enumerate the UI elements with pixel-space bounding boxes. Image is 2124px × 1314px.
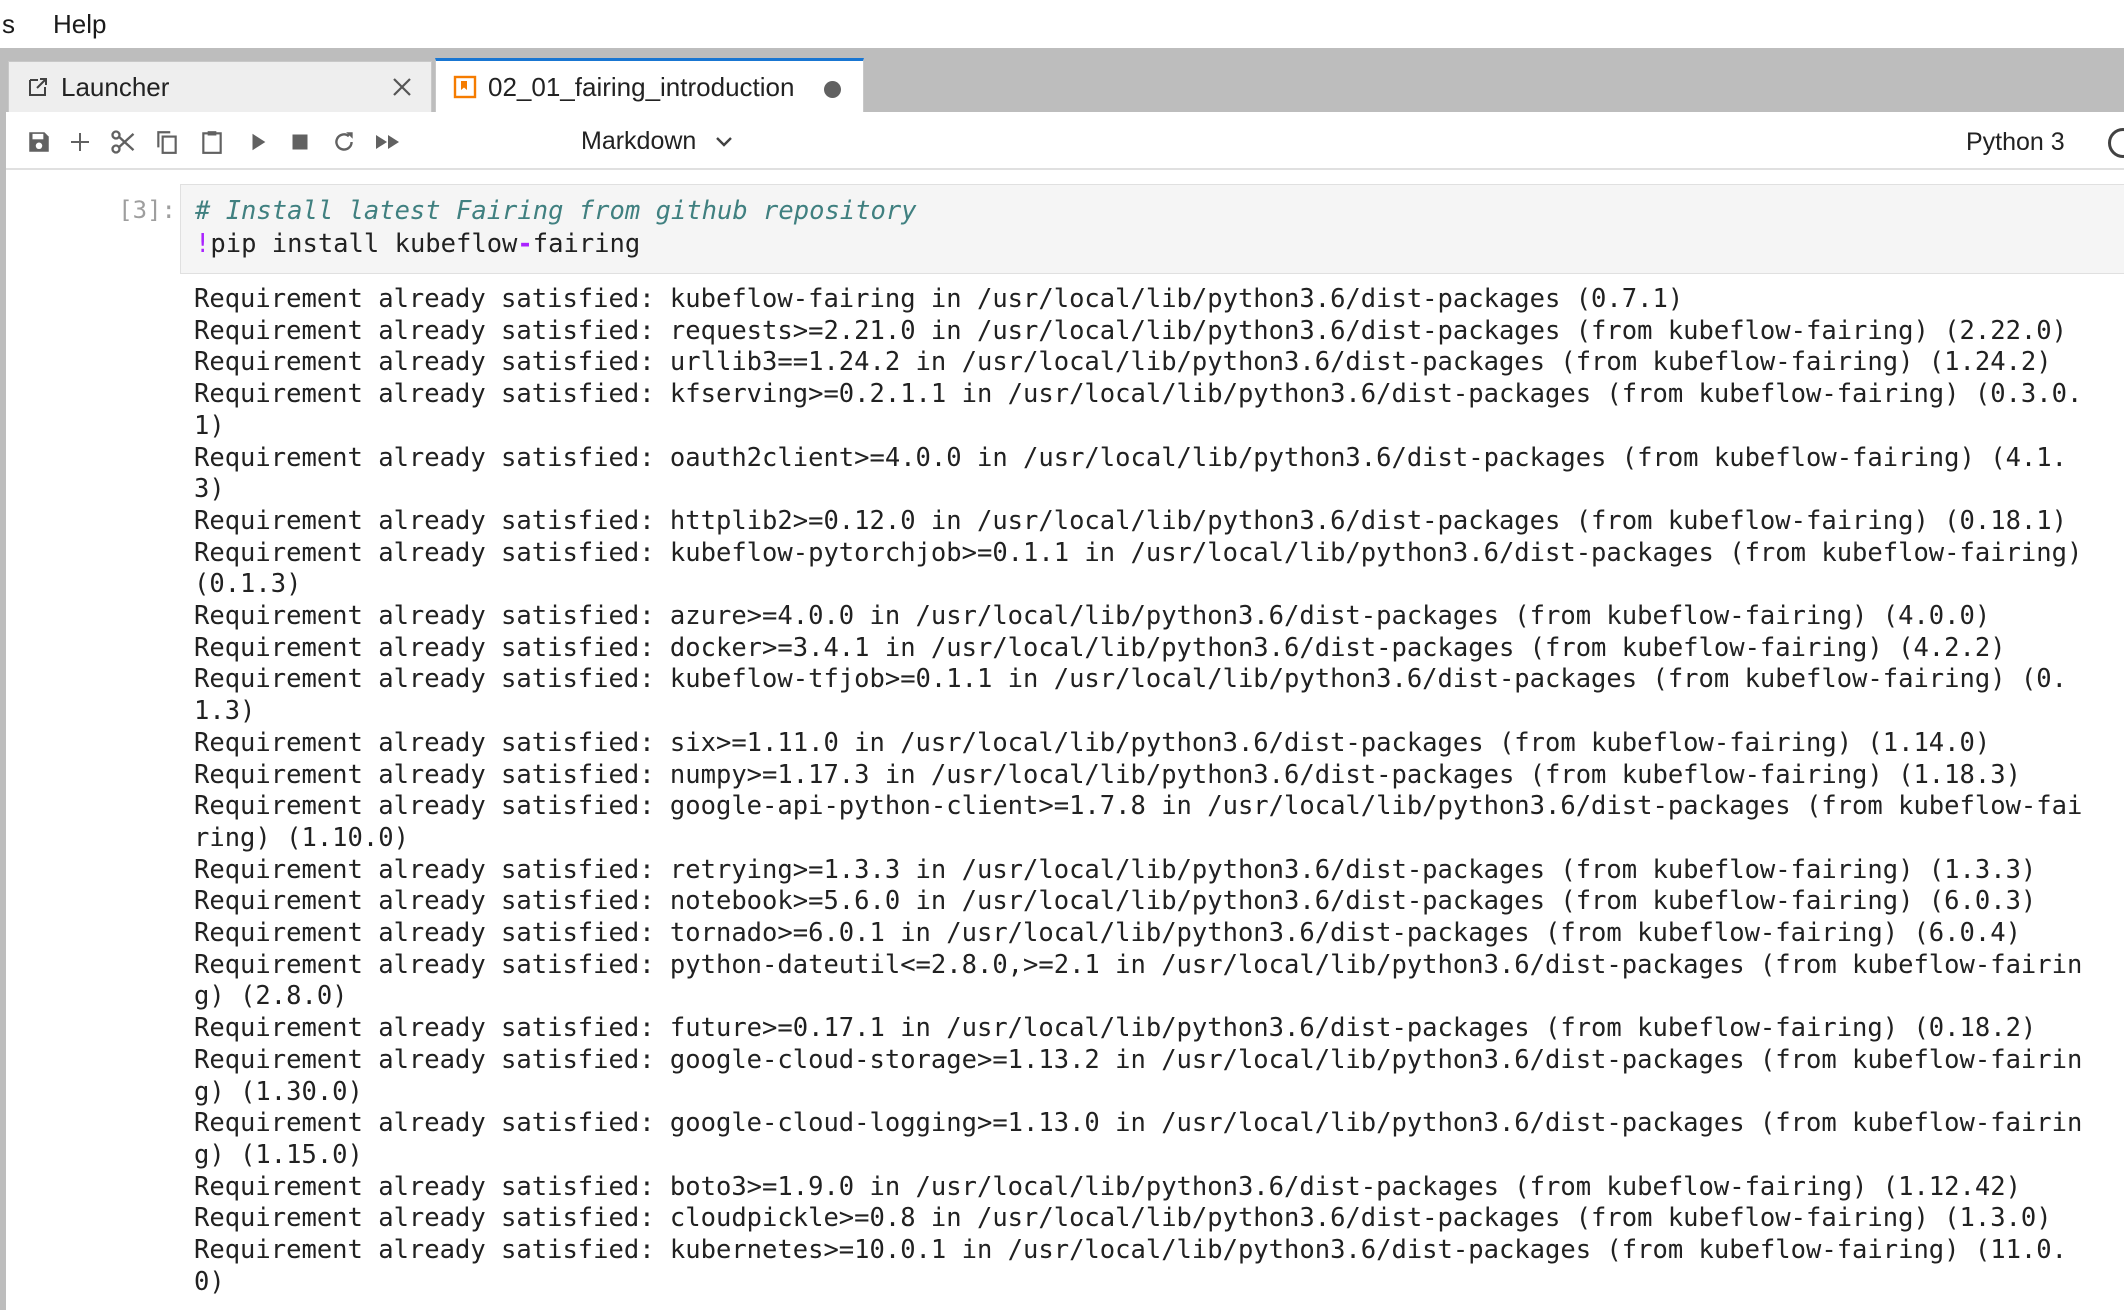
command-text-end: fairing	[532, 229, 641, 259]
output-line: Requirement already satisfied: requests>…	[194, 315, 2067, 346]
run-all-icon[interactable]	[370, 124, 406, 160]
output-line: Requirement already satisfied: kubeflow-…	[194, 284, 1684, 314]
output-line: Requirement already satisfied: kubernete…	[194, 1235, 2067, 1266]
kernel-name[interactable]: Python 3	[1966, 128, 2065, 157]
menu-bar: s Help	[0, 0, 2124, 48]
paste-icon[interactable]	[194, 124, 230, 160]
tab-label: 02_01_fairing_introduction	[488, 71, 795, 102]
add-cell-icon[interactable]	[62, 124, 98, 160]
output-line: Requirement already satisfied: google-cl…	[194, 1108, 2083, 1139]
output-line: Requirement already satisfied: azure>=4.…	[194, 601, 1991, 632]
output-line: (0.1.3)	[194, 569, 302, 600]
execution-count: [3]:	[118, 196, 176, 224]
cell-type-label: Markdown	[581, 126, 697, 155]
tab-launcher[interactable]: Launcher	[8, 61, 432, 112]
restart-icon[interactable]	[326, 124, 362, 160]
output-line: Requirement already satisfied: numpy>=1.…	[194, 759, 2021, 790]
output-line: g) (1.15.0)	[194, 1139, 363, 1170]
code-comment-line: # Install latest Fairing from github rep…	[181, 185, 2124, 228]
output-line: 3)	[194, 474, 225, 505]
notebook-icon	[452, 74, 478, 100]
code-comment: # Install latest Fairing from github rep…	[195, 196, 917, 226]
tab-bar: Launcher 02_01_fairing_introduction	[0, 48, 2124, 113]
kernel-status-icon	[2108, 128, 2124, 158]
chevron-down-icon	[714, 130, 736, 152]
output-line: 0)	[194, 1266, 225, 1297]
output-line: Requirement already satisfied: kubeflow-…	[194, 664, 2067, 695]
output-line: g) (1.30.0)	[194, 1076, 363, 1107]
command-text: pip install kubeflow	[210, 229, 518, 259]
unsaved-indicator-icon[interactable]	[824, 81, 841, 98]
save-icon[interactable]	[21, 124, 57, 160]
copy-icon[interactable]	[149, 124, 185, 160]
output-line: g) (2.8.0)	[194, 981, 348, 1012]
output-line: Requirement already satisfied: kubeflow-…	[194, 537, 2083, 568]
output-line: Requirement already satisfied: httplib2>…	[194, 505, 2067, 536]
menu-item-truncated[interactable]: s	[2, 9, 15, 40]
output-line: Requirement already satisfied: urllib3==…	[194, 347, 2052, 378]
output-line: Requirement already satisfied: oauth2cli…	[194, 442, 2067, 473]
run-icon[interactable]	[240, 124, 276, 160]
output-line: Requirement already satisfied: docker>=3…	[194, 632, 2006, 663]
output-line: 1)	[194, 410, 225, 441]
notebook-panel: [3]: # Install latest Fairing from githu…	[6, 170, 2124, 1310]
code-cell-input[interactable]: # Install latest Fairing from github rep…	[180, 184, 2124, 274]
menu-item-help[interactable]: Help	[53, 9, 106, 40]
output-line: Requirement already satisfied: retrying>…	[194, 854, 2037, 885]
stop-icon[interactable]	[282, 124, 318, 160]
output-line: Requirement already satisfied: google-cl…	[194, 1044, 2083, 1075]
launcher-icon	[25, 74, 51, 100]
output-line: Requirement already satisfied: boto3>=1.…	[194, 1171, 2021, 1202]
tab-label: Launcher	[61, 71, 170, 102]
cell-type-dropdown[interactable]: Markdown	[581, 123, 736, 159]
output-line: Requirement already satisfied: kfserving…	[194, 379, 2083, 410]
output-line: Requirement already satisfied: google-ap…	[194, 791, 2083, 822]
shell-bang: !	[195, 229, 211, 259]
close-icon[interactable]	[387, 72, 417, 102]
cut-icon[interactable]	[105, 124, 141, 160]
output-line: 1.3)	[194, 696, 256, 727]
output-line: Requirement already satisfied: six>=1.11…	[194, 727, 1991, 758]
output-line: Requirement already satisfied: notebook>…	[194, 886, 2037, 917]
notebook-toolbar: Markdown Python 3	[6, 112, 2124, 170]
output-line: Requirement already satisfied: python-da…	[194, 949, 2083, 980]
command-operator: -	[517, 229, 533, 259]
output-line: ring) (1.10.0)	[194, 822, 409, 853]
cell-output: Requirement already satisfied: kubeflow-…	[180, 284, 2124, 1314]
output-line: Requirement already satisfied: tornado>=…	[194, 918, 2021, 949]
output-line: Requirement already satisfied: future>=0…	[194, 1013, 2037, 1044]
output-line: Requirement already satisfied: cloudpick…	[194, 1203, 2052, 1234]
code-command-line: !pip install kubeflow-fairing	[181, 228, 2124, 261]
tab-notebook[interactable]: 02_01_fairing_introduction	[435, 58, 864, 113]
